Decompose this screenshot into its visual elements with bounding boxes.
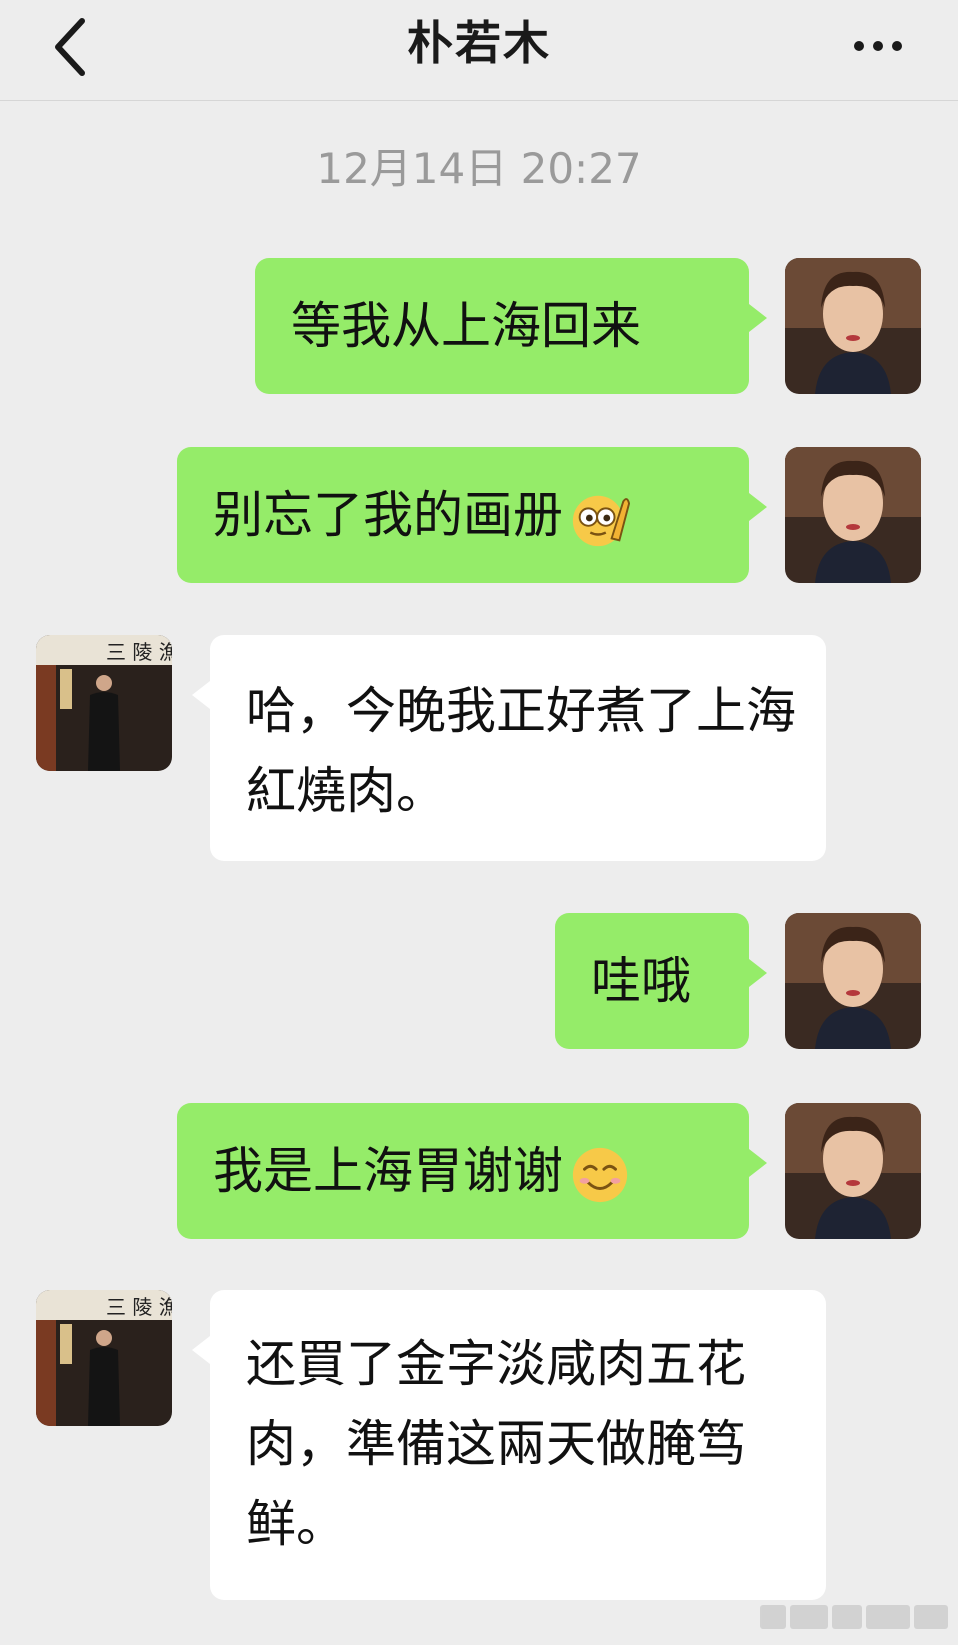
message-text: 哇哦 xyxy=(591,952,691,1010)
message-text: 还買了金字淡咸肉五花肉，準備这兩天做腌笃鲜。 xyxy=(246,1335,746,1553)
more-options-button[interactable] xyxy=(838,18,918,74)
sent-message-bubble[interactable]: 等我从上海回来 xyxy=(255,258,767,394)
storefront-photo: 三 陵 漁 xyxy=(36,1290,172,1426)
watermark-block xyxy=(790,1605,828,1629)
self-avatar[interactable] xyxy=(785,447,921,583)
portrait-image xyxy=(785,913,921,1049)
watermark-block xyxy=(832,1605,862,1629)
portrait-image xyxy=(785,447,921,583)
received-message-bubble[interactable]: 还買了金字淡咸肉五花肉，準備这兩天做腌笃鲜。 xyxy=(192,1290,826,1600)
svg-text:三 陵 漁: 三 陵 漁 xyxy=(106,1295,172,1319)
message-text: 哈，今晚我正好煮了上海紅燒肉。 xyxy=(246,682,796,820)
storefront-photo: 三 陵 漁 xyxy=(36,635,172,771)
salute-face-emoji xyxy=(572,495,631,546)
watermark xyxy=(760,1605,950,1633)
received-message-bubble[interactable]: 哈，今晚我正好煮了上海紅燒肉。 xyxy=(192,635,826,861)
message-text: 别忘了我的画册 xyxy=(213,486,563,544)
svg-text:三 陵 漁: 三 陵 漁 xyxy=(106,640,172,664)
watermark-block xyxy=(760,1605,786,1629)
chat-header: 朴若木 xyxy=(0,0,958,101)
message-text: 等我从上海回来 xyxy=(291,297,641,355)
self-avatar[interactable] xyxy=(785,1103,921,1239)
sent-message-bubble[interactable]: 我是上海胃谢谢 xyxy=(177,1103,767,1239)
self-avatar[interactable] xyxy=(785,258,921,394)
contact-avatar[interactable]: 三 陵 漁 xyxy=(36,1290,172,1426)
contact-avatar[interactable]: 三 陵 漁 xyxy=(36,635,172,771)
ellipsis-icon xyxy=(854,41,864,51)
watermark-block xyxy=(866,1605,910,1629)
ellipsis-dot xyxy=(892,41,902,51)
watermark-block xyxy=(914,1605,948,1629)
message-text: 我是上海胃谢谢 xyxy=(213,1142,563,1200)
message-timestamp: 12月14日 20:27 xyxy=(316,144,642,193)
chat-title: 朴若木 xyxy=(407,16,551,70)
sent-message-bubble[interactable]: 别忘了我的画册 xyxy=(177,447,767,583)
smiling-face-emoji xyxy=(572,1147,628,1202)
portrait-image xyxy=(785,1103,921,1239)
portrait-image xyxy=(785,258,921,394)
sent-message-bubble[interactable]: 哇哦 xyxy=(555,913,767,1049)
ellipsis-dot xyxy=(873,41,883,51)
self-avatar[interactable] xyxy=(785,913,921,1049)
